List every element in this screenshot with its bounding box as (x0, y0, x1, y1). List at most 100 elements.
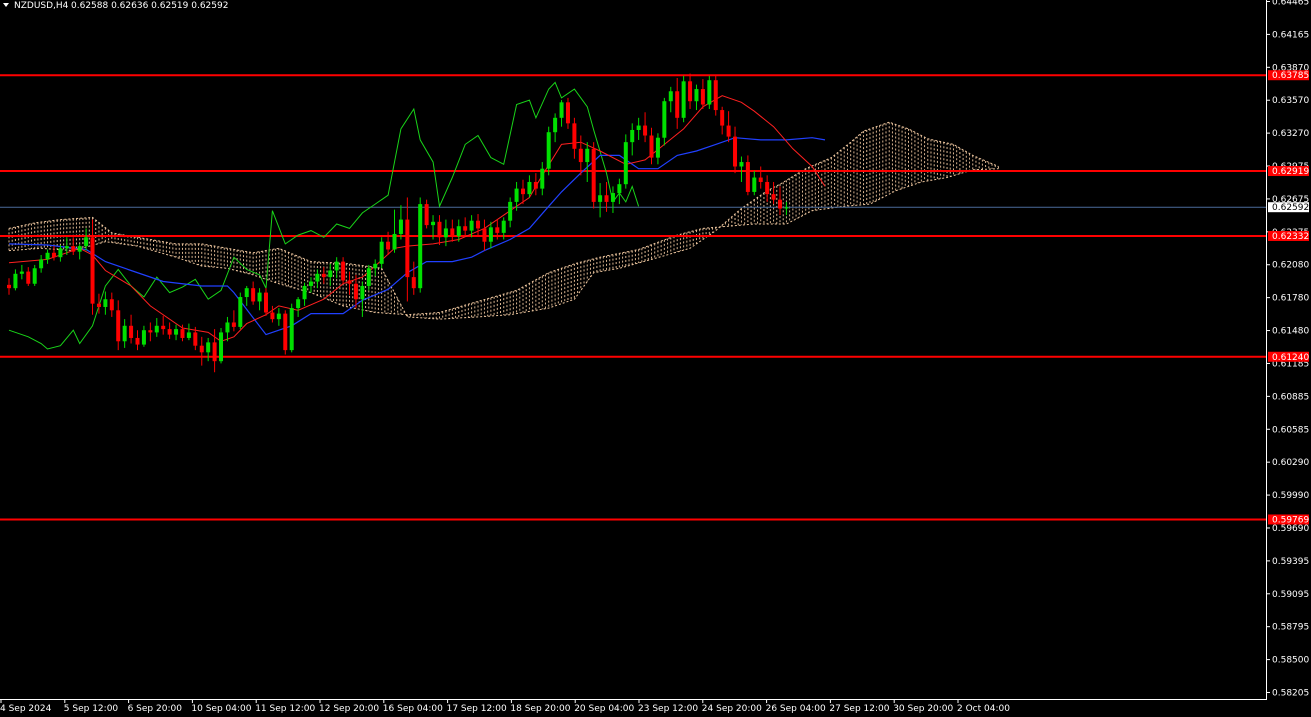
candle-body (469, 220, 474, 231)
candle (398, 205, 403, 240)
time-tick-label: 16 Sep 04:00 (383, 704, 443, 714)
price-tick-label: 0.64165 (1272, 30, 1309, 40)
candle (238, 292, 243, 330)
candle-body (366, 268, 371, 286)
candle-body (84, 237, 89, 247)
candle-body (174, 329, 179, 335)
candle-body (778, 199, 782, 209)
candle-body (578, 148, 583, 163)
candle-body (559, 102, 564, 118)
candle (643, 112, 648, 143)
candle (784, 201, 789, 216)
candle-body (347, 280, 352, 284)
candle (161, 315, 166, 335)
candle-body (154, 325, 159, 333)
price-tick-label: 0.64465 (1272, 0, 1309, 8)
candle (315, 269, 320, 289)
tenkan-sen-line (8, 95, 826, 342)
price-tick-label: 0.58205 (1272, 689, 1309, 699)
candle-body (334, 261, 339, 271)
candle-body (289, 308, 294, 351)
candle-body (598, 195, 603, 202)
candle (720, 106, 725, 135)
price-tick-label: 0.60290 (1272, 458, 1309, 468)
candle-body (32, 268, 37, 284)
candle (186, 323, 191, 341)
symbol-dropdown-icon[interactable] (3, 3, 9, 7)
time-tick-label: 24 Sep 20:00 (702, 704, 762, 714)
candle (733, 126, 738, 174)
candle-body (585, 148, 590, 163)
candle-body (540, 168, 545, 189)
candle (270, 305, 275, 323)
candle-body (617, 184, 622, 194)
candle (148, 322, 153, 342)
candle (392, 209, 397, 253)
candle-body (141, 330, 146, 345)
candle-body (623, 142, 628, 185)
candle-body (180, 329, 185, 338)
candle (373, 259, 378, 277)
candle (405, 197, 410, 302)
candle (347, 271, 352, 295)
candle (617, 178, 622, 205)
candle-body (610, 193, 615, 202)
candlesticks (7, 73, 789, 373)
candle (437, 215, 442, 246)
candle (694, 84, 699, 111)
candle (141, 325, 146, 347)
axes (0, 0, 1267, 700)
candle (19, 264, 24, 280)
time-tick-label: 26 Sep 04:00 (766, 704, 826, 714)
candle (45, 249, 50, 264)
candle (302, 282, 307, 306)
candle (418, 197, 423, 293)
candle-body (398, 219, 403, 234)
candle-body (450, 228, 455, 237)
time-tick-label: 5 Sep 12:00 (64, 704, 119, 714)
candle-body (636, 125, 641, 130)
candle (713, 74, 718, 116)
candle-body (533, 181, 538, 189)
candle-body (700, 89, 705, 105)
price-tick-label: 0.63570 (1272, 96, 1309, 106)
candle-body (302, 285, 307, 300)
candle-body (19, 271, 24, 274)
candle (572, 117, 577, 159)
candle (366, 264, 371, 291)
price-chart[interactable]: 0.644650.641650.638700.635700.632700.629… (0, 0, 1311, 717)
candle-body (675, 91, 680, 118)
candle-body (649, 135, 654, 158)
candle (289, 303, 294, 353)
candle-body (514, 188, 519, 202)
candle-body (103, 299, 108, 307)
time-tick-label: 27 Sep 12:00 (829, 704, 889, 714)
candle-body (688, 81, 693, 102)
candle-body (572, 123, 577, 149)
candle-body (386, 241, 391, 250)
candle (328, 263, 333, 286)
candle-body (244, 288, 249, 298)
price-tick-label: 0.63270 (1272, 129, 1309, 139)
candle-body (720, 110, 725, 126)
candle-body (565, 102, 570, 124)
candle (321, 267, 326, 284)
candle-body (116, 310, 121, 342)
candle (308, 277, 313, 293)
candle (257, 288, 262, 311)
candle-body (668, 91, 673, 102)
time-tick-label: 18 Sep 20:00 (510, 704, 570, 714)
candle (251, 281, 256, 305)
candle (610, 186, 615, 213)
candle-body (186, 332, 191, 338)
candle (636, 117, 641, 140)
candle (334, 257, 339, 279)
candle (508, 197, 513, 228)
time-tick-label: 20 Sep 04:00 (574, 704, 634, 714)
candle-body (745, 162, 750, 192)
candle-body (96, 303, 101, 307)
candle-body (341, 261, 346, 281)
candle (379, 237, 384, 269)
candle (553, 113, 558, 143)
candle (58, 245, 63, 262)
